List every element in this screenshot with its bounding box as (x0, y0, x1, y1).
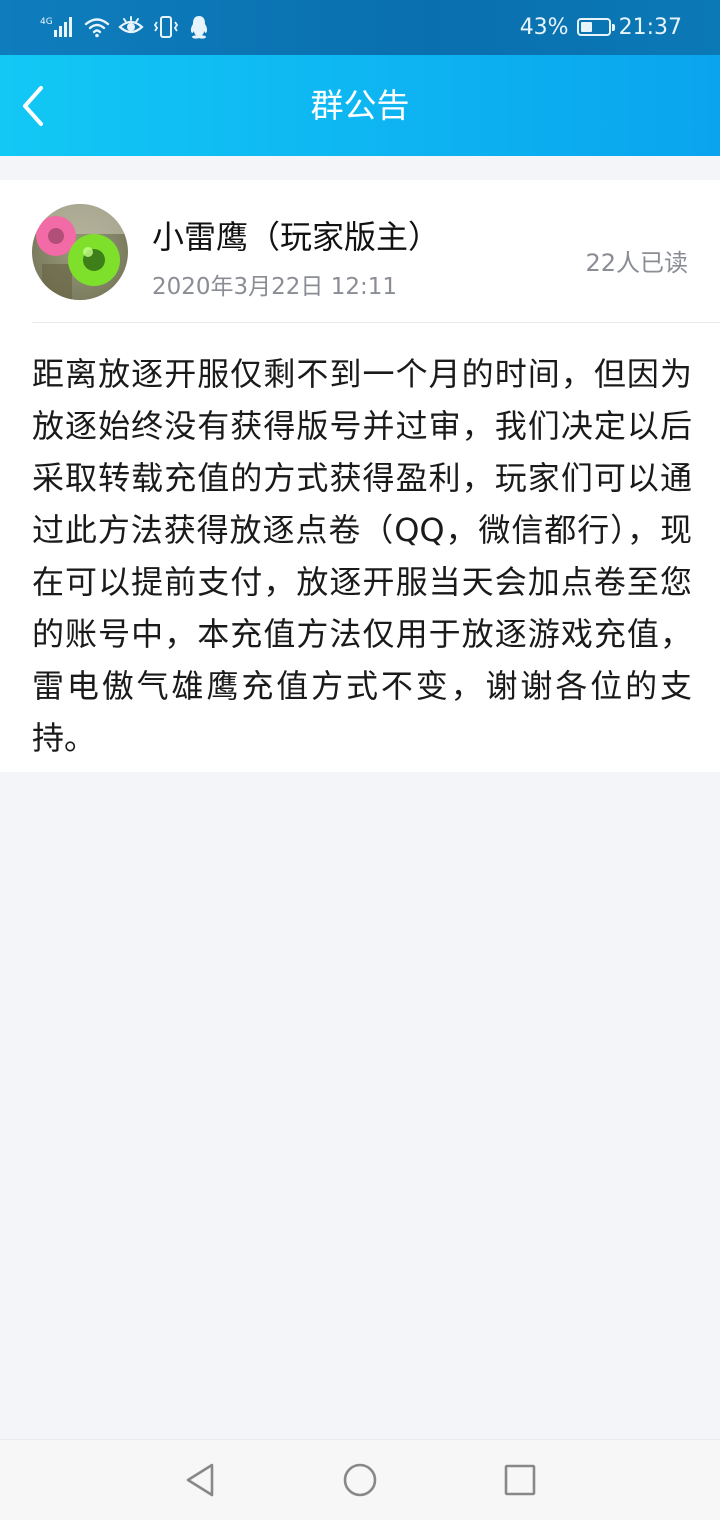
avatar-image (32, 204, 128, 300)
nav-recents-icon (504, 1464, 536, 1496)
nav-recents-button[interactable] (500, 1460, 540, 1500)
status-bar: 4G 43% 21:37 (0, 0, 720, 55)
avatar[interactable] (32, 204, 128, 300)
qq-penguin-icon (188, 15, 210, 39)
nav-back-button[interactable] (180, 1460, 220, 1500)
status-icons-right: 43% 21:37 (520, 12, 682, 42)
status-icons-left: 4G (40, 12, 210, 42)
wifi-icon (84, 16, 110, 38)
nav-home-button[interactable] (340, 1460, 380, 1500)
network-label: 4G (40, 17, 53, 27)
eye-icon (118, 16, 144, 38)
divider (32, 322, 720, 323)
page-title: 群公告 (310, 86, 410, 125)
read-count[interactable]: 22人已读 (585, 243, 688, 278)
signal-icon: 4G (40, 14, 76, 40)
announcement-card: 小雷鹰（玩家版主） 2020年3月22日 12:11 22人已读 距离放逐开服仅… (0, 180, 720, 772)
author-name[interactable]: 小雷鹰（玩家版主） (152, 212, 440, 258)
battery-icon (576, 18, 615, 36)
nav-back-icon (186, 1463, 214, 1497)
screen: 4G 43% 21:37 群公告 小雷鹰（玩家版主） 2020年3月22日 12… (0, 0, 720, 1520)
title-bar: 群公告 (0, 55, 720, 156)
announcement-body: 距离放逐开服仅剩不到一个月的时间，但因为放逐始终没有获得版号并过审，我们决定以后… (32, 355, 692, 757)
vibrate-icon (152, 15, 180, 39)
nav-home-icon (343, 1463, 377, 1497)
post-date: 2020年3月22日 12:11 (152, 274, 398, 300)
status-time: 21:37 (618, 14, 682, 40)
battery-level (580, 22, 592, 32)
system-nav-bar (0, 1439, 720, 1520)
battery-percent: 43% (519, 14, 569, 40)
